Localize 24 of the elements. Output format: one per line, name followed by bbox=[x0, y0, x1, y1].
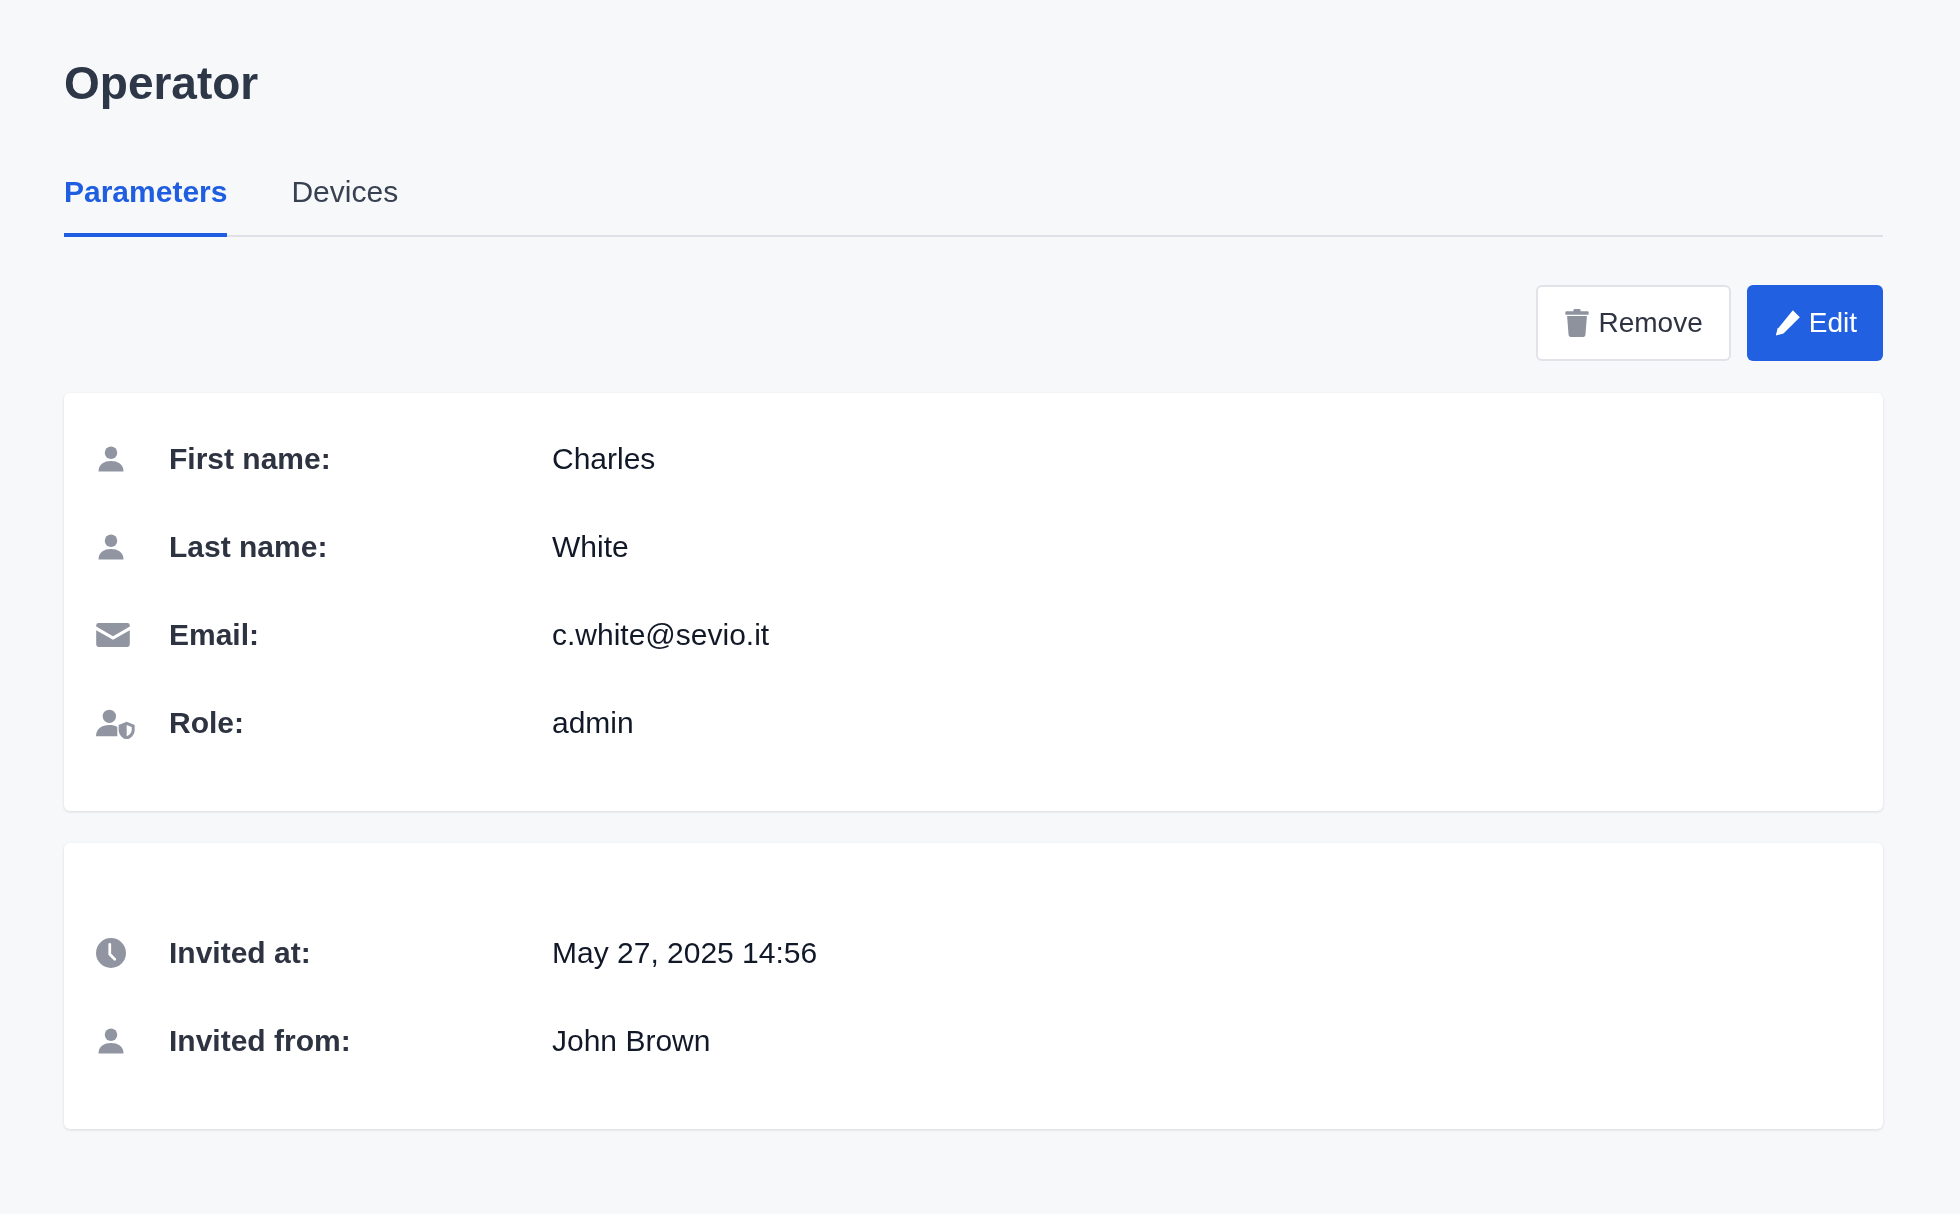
field-label: First name: bbox=[169, 442, 332, 477]
person-icon bbox=[96, 532, 126, 563]
person-shield-icon bbox=[96, 707, 136, 740]
edit-button[interactable]: Edit bbox=[1746, 285, 1883, 362]
trash-icon bbox=[1564, 309, 1591, 338]
field-value: White bbox=[552, 530, 629, 565]
field-label: Invited at: bbox=[169, 936, 312, 971]
field-label: Invited from: bbox=[169, 1024, 352, 1059]
field-value: May 27, 2025 14:56 bbox=[552, 936, 818, 971]
person-icon bbox=[96, 444, 126, 475]
field-value: c.white@sevio.it bbox=[552, 618, 770, 653]
field-value: John Brown bbox=[552, 1024, 711, 1059]
field-value: admin bbox=[552, 706, 634, 741]
mail-icon bbox=[96, 623, 130, 648]
field-value: Charles bbox=[552, 442, 656, 477]
field-label: Email: bbox=[169, 618, 261, 653]
tab[interactable]: Devices bbox=[291, 165, 399, 238]
clock-icon bbox=[96, 938, 126, 969]
field-label: Role: bbox=[169, 706, 245, 741]
person-icon bbox=[96, 1026, 126, 1057]
remove-button[interactable]: Remove bbox=[1536, 285, 1731, 362]
field-label: Last name: bbox=[169, 530, 329, 565]
tab[interactable]: Parameters bbox=[64, 165, 228, 238]
page-title: Operator bbox=[64, 56, 260, 111]
